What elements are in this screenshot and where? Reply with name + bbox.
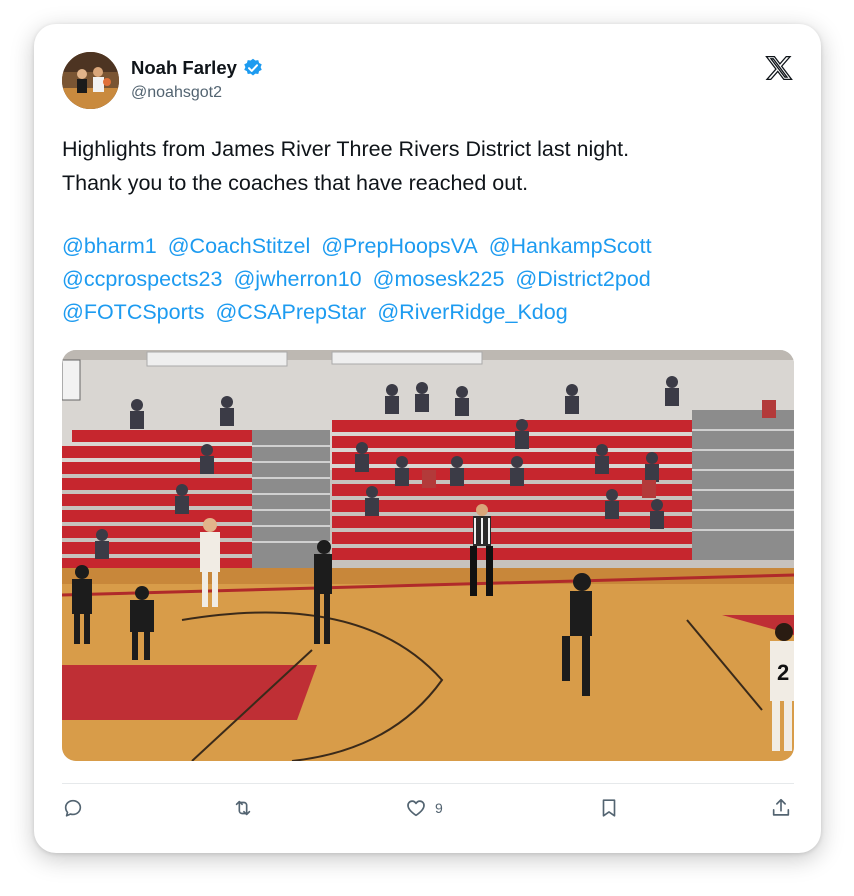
reply-icon [64,799,82,817]
tweet-text: Highlights from James River Three Rivers… [62,132,792,200]
mention-link[interactable]: @CoachStitzel [168,234,311,258]
mention-link[interactable]: @RiverRidge_Kdog [377,300,567,324]
mentions: @bharm1 @CoachStitzel @PrepHoopsVA @Hank… [62,230,792,329]
mention-link[interactable]: @CSAPrepStar [215,300,366,324]
share-button[interactable] [770,797,792,819]
retweet-button[interactable] [232,797,254,819]
mention-link[interactable]: @District2pod [515,267,650,291]
jersey-number: 2 [777,660,789,685]
reply-button[interactable] [62,797,84,819]
divider [62,783,794,784]
avatar-photo-icon [62,52,119,109]
tweet-text-line: Thank you to the coaches that have reach… [62,171,529,195]
mention-link[interactable]: @bharm1 [62,234,157,258]
mention-link[interactable]: @jwherron10 [233,267,361,291]
tweet-media-video[interactable]: 2 [62,350,794,761]
share-icon [772,798,790,816]
like-count: 9 [435,800,443,816]
avatar[interactable] [62,52,119,109]
mention-link[interactable]: @PrepHoopsVA [321,234,477,258]
heart-icon [407,800,425,817]
author-handle[interactable]: @noahsgot2 [131,84,222,102]
bookmark-button[interactable] [598,797,620,819]
tweet-text-line: Highlights from James River Three Rivers… [62,137,630,161]
x-logo-icon[interactable] [765,54,793,82]
mention-link[interactable]: @HankampScott [489,234,652,258]
retweet-icon [235,800,251,816]
author-name[interactable]: Noah Farley [131,57,237,79]
tweet-card: Noah Farley @noahsgot2 Highlights from J… [34,24,821,853]
basketball-gym-image: 2 [62,350,794,761]
like-button[interactable]: 9 [405,797,443,819]
verified-badge-icon [244,58,262,76]
mention-link[interactable]: @FOTCSports [62,300,204,324]
bookmark-icon [602,799,616,817]
mention-link[interactable]: @ccprospects23 [62,267,222,291]
mention-link[interactable]: @mosesk225 [373,267,505,291]
action-bar: 9 [62,797,794,827]
